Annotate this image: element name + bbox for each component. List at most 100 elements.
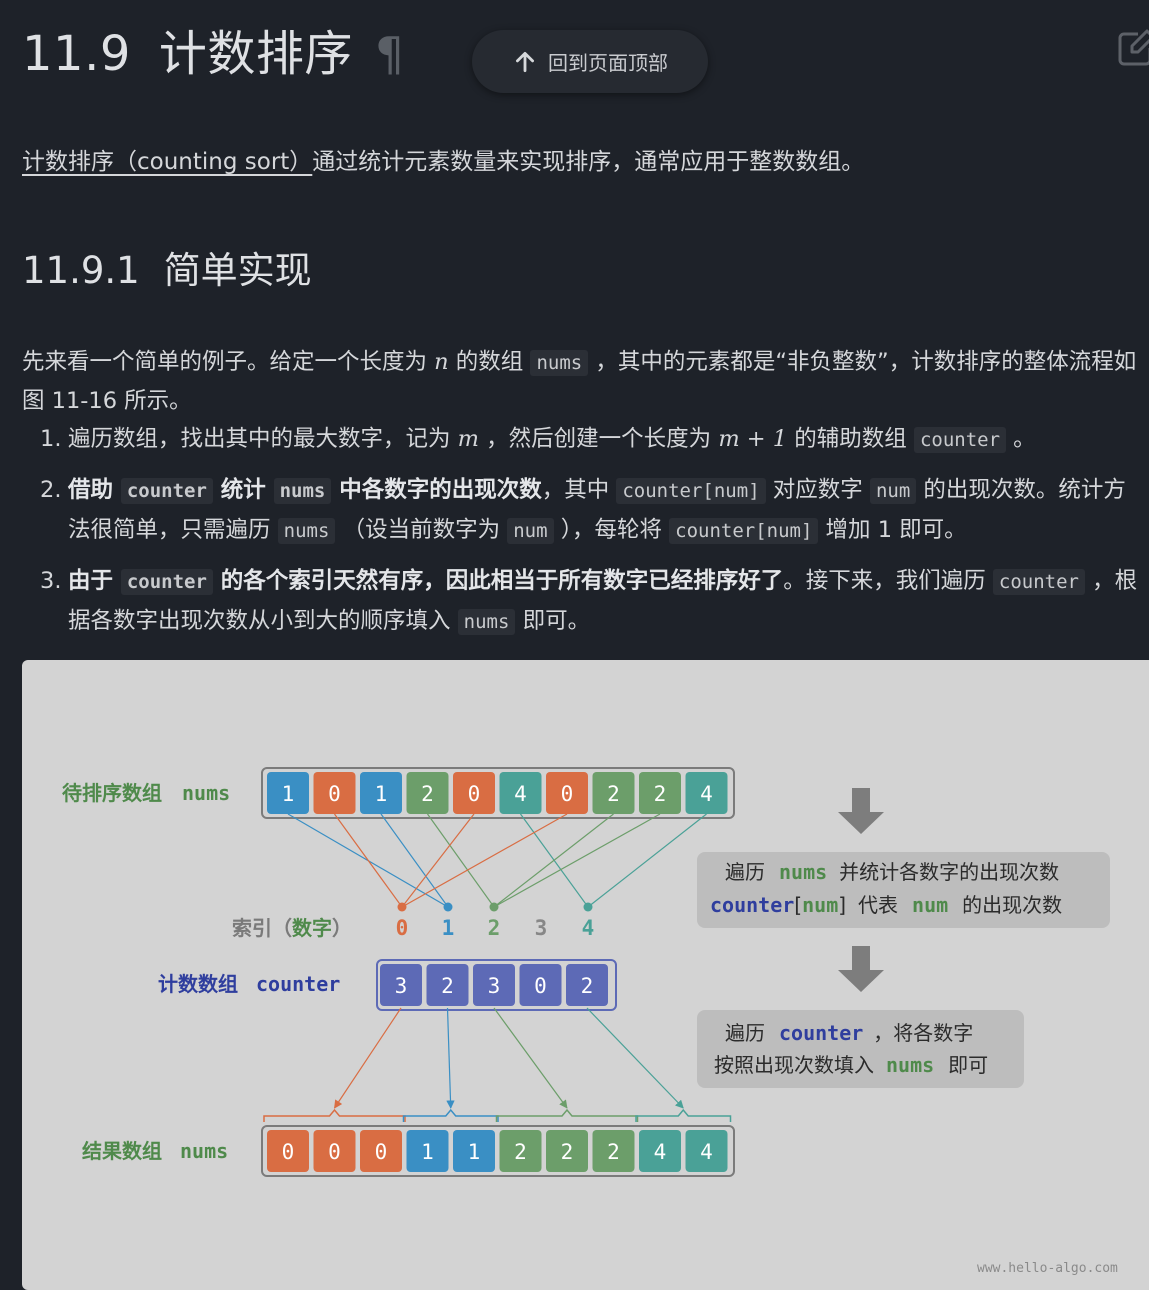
result-value: 2	[561, 1140, 574, 1164]
note-code: num	[912, 893, 948, 917]
heading-number: 11.9	[22, 26, 131, 82]
math-m: m	[457, 426, 479, 452]
text: 的各个索引天然有序，因此相当于所有数字已经排序好了	[212, 568, 784, 594]
code-num: num	[869, 478, 917, 504]
index-label: 索引（数字）	[232, 916, 352, 940]
math-n: n	[434, 348, 449, 375]
heading-anchor-link[interactable]: ¶	[375, 27, 405, 81]
count-line	[493, 813, 614, 908]
result-value: 1	[421, 1140, 434, 1164]
bold-text: 借助 counter 统计 nums 中各数字的出现次数	[68, 477, 542, 504]
bold-text: 由于 counter 的各个索引天然有序，因此相当于所有数字已经排序好了	[68, 568, 784, 595]
input-value: 0	[328, 782, 341, 806]
down-arrow-icon	[838, 946, 884, 992]
watermark: www.hello-algo.com	[977, 1261, 1118, 1276]
edit-icon[interactable]	[1116, 28, 1149, 68]
page-title: 11.9 计数排序 ¶	[22, 14, 405, 84]
input-value: 1	[282, 782, 295, 806]
fill-arrow	[493, 1007, 568, 1109]
code-counter-num: counter[num]	[669, 518, 819, 544]
intro-text: 通过统计元素数量来实现排序，通常应用于整数数组。	[312, 149, 865, 175]
index-label-digit: 数字	[292, 916, 332, 940]
count-line	[493, 813, 661, 908]
arrow-up-icon	[516, 51, 534, 72]
input-array-label: 待排序数组	[62, 781, 162, 805]
back-to-top-label: 回到页面顶部	[548, 51, 668, 75]
code-counter-num: counter[num]	[616, 478, 766, 504]
text: 增加 1 即可。	[818, 517, 967, 543]
code-counter: counter	[120, 569, 213, 595]
code-nums: nums	[277, 518, 336, 544]
count-line	[334, 813, 403, 908]
counter-array: 3 2 3 0 2	[380, 964, 608, 1006]
code-nums: nums	[530, 349, 589, 376]
text: 先来看一个简单的例子。给定一个长度为	[22, 348, 435, 375]
math-m-plus-1: m + 1	[718, 426, 788, 452]
note-count-line2: counter[num] 代表 num 的出现次数	[710, 893, 1062, 917]
counter-array-code-label: counter	[256, 972, 340, 996]
group-brace	[495, 1108, 639, 1122]
index-label-start: 索引（	[232, 916, 292, 940]
count-line	[587, 813, 707, 908]
index-dot	[583, 902, 593, 912]
down-arrow-icon	[838, 788, 884, 834]
result-value: 0	[282, 1140, 295, 1164]
code-counter: counter	[120, 478, 213, 504]
text: ），每轮将	[553, 517, 670, 543]
fill-arrow	[334, 1007, 402, 1109]
group-brace	[635, 1108, 732, 1122]
note-text: 遍历	[725, 1021, 765, 1045]
fill-arrow	[586, 1007, 684, 1109]
input-value: 2	[654, 782, 667, 806]
result-value: 4	[700, 1140, 713, 1164]
mapping-lines	[287, 813, 707, 908]
step-item: 2. 借助 counter 统计 nums 中各数字的出现次数，其中 counte…	[40, 471, 1145, 551]
text: 的辅助数组	[787, 426, 914, 452]
counter-value: 2	[441, 974, 454, 998]
section-heading: 11.9.1 简单实现	[22, 240, 312, 294]
result-value: 0	[328, 1140, 341, 1164]
result-value: 4	[654, 1140, 667, 1164]
note-text: 代表	[858, 893, 898, 917]
result-value: 2	[514, 1140, 527, 1164]
note-text: ，将各数字	[873, 1021, 973, 1045]
text: （设当前数字为	[335, 517, 508, 543]
text: 统计	[212, 477, 274, 503]
text: 。	[1006, 426, 1036, 452]
input-value: 2	[607, 782, 620, 806]
input-value: 4	[514, 782, 527, 806]
figure-diagram: 待排序数组 nums 索引（数字） 计数数组 counter 结果数组 nums…	[62, 767, 1118, 1276]
counter-value: 2	[581, 974, 594, 998]
input-array-code-label: nums	[182, 781, 230, 805]
index-label-end: ）	[332, 916, 352, 940]
result-value: 1	[468, 1140, 481, 1164]
result-array-label: 结果数组	[82, 1139, 162, 1163]
index-dot	[443, 902, 453, 912]
text: 遍历数组，找出其中的最大数字，记为	[68, 426, 458, 452]
note-text: 按照出现次数填入	[714, 1053, 874, 1077]
result-value: 0	[375, 1140, 388, 1164]
input-value: 1	[375, 782, 388, 806]
input-value: 4	[700, 782, 713, 806]
text: 借助	[68, 477, 121, 503]
counting-sort-figure: 待排序数组 nums 索引（数字） 计数数组 counter 结果数组 nums…	[22, 660, 1149, 1290]
note-text: 即可	[948, 1053, 988, 1077]
back-to-top-button[interactable]: 回到页面顶部	[472, 30, 708, 93]
index-digit: 0	[396, 916, 409, 940]
result-value: 2	[607, 1140, 620, 1164]
group-brace	[402, 1108, 499, 1122]
note-code: num	[802, 893, 838, 917]
counting-sort-link[interactable]: 计数排序（counting sort）	[22, 149, 312, 175]
text: ，其中	[541, 477, 617, 503]
index-digit: 2	[488, 916, 501, 940]
text: 的数组	[448, 348, 531, 375]
steps-list: 1. 遍历数组，找出其中的最大数字，记为 m ，然后创建一个长度为 m + 1 的…	[40, 420, 1145, 653]
text: 中各数字的出现次数	[331, 477, 542, 503]
step-item: 3. 由于 counter 的各个索引天然有序，因此相当于所有数字已经排序好了。接…	[40, 562, 1145, 642]
counter-value: 3	[488, 974, 501, 998]
section-title: 简单实现	[163, 249, 312, 292]
section-number: 11.9.1	[22, 249, 140, 292]
list-marker: 2.	[40, 477, 62, 503]
text: 由于	[68, 568, 121, 594]
input-array: 1 0 1 2 0 4 0 2 2 4	[267, 772, 728, 814]
